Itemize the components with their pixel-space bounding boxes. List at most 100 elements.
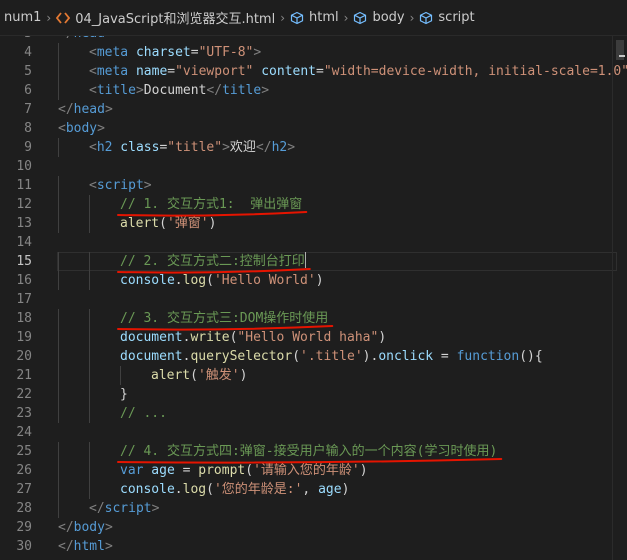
indent-guide <box>58 404 59 423</box>
code-line[interactable]: 9 <h2 class="title">欢迎</h2> <box>0 138 627 157</box>
code-token: "viewport" <box>175 64 254 79</box>
line-number: 10 <box>16 159 32 174</box>
breadcrumb-separator: › <box>409 10 415 25</box>
code-token: class <box>112 140 160 155</box>
code-line[interactable]: 27 console.log('您的年龄是:', age) <box>0 480 627 499</box>
code-token: body <box>65 121 98 136</box>
code-text: </head> <box>58 100 113 119</box>
code-token: < <box>89 45 97 60</box>
code-text: </html> <box>58 537 113 556</box>
code-line[interactable]: 8 <body> <box>0 119 627 138</box>
code-token: title <box>222 83 262 98</box>
code-token: > <box>143 178 152 193</box>
breadcrumb-separator: › <box>343 10 349 25</box>
code-token: . <box>174 482 183 497</box>
line-number: 4 <box>24 45 32 60</box>
code-token: < <box>89 83 97 98</box>
code-line[interactable]: 3 </head> <box>0 36 627 43</box>
line-number: 22 <box>16 387 32 402</box>
overview-ruler-mark <box>619 55 625 57</box>
code-text: </script> <box>89 499 159 518</box>
code-token: </ <box>206 83 223 98</box>
code-token: Document <box>143 83 207 98</box>
code-text: alert('触发') <box>151 366 247 385</box>
code-token: script <box>96 178 144 193</box>
code-token: , <box>302 482 319 497</box>
code-line[interactable]: 7 </head> <box>0 100 627 119</box>
scrollbar-thumb[interactable] <box>616 40 624 60</box>
code-line[interactable]: 24 <box>0 423 627 442</box>
code-line[interactable]: 23 // ... <box>0 404 627 423</box>
breadcrumb-item-4[interactable]: body <box>353 10 405 25</box>
code-token: '.title' <box>300 349 363 364</box>
code-token: > <box>97 121 105 136</box>
breadcrumb-label: script <box>438 10 475 25</box>
breadcrumb-separator: › <box>46 10 52 25</box>
code-token: > <box>222 140 230 155</box>
line-number: 17 <box>16 292 32 307</box>
breadcrumb-item-3[interactable]: html <box>290 10 339 25</box>
code-text: <h2 class="title">欢迎</h2> <box>89 138 295 157</box>
red-underline-annotation <box>117 458 503 464</box>
code-token: "UTF-8" <box>198 45 254 60</box>
code-token: name <box>128 64 168 79</box>
code-token: document <box>120 349 183 364</box>
code-line[interactable]: 11 <script> <box>0 176 627 195</box>
code-token: < <box>58 121 66 136</box>
code-token: head <box>73 102 105 117</box>
code-token: </ <box>255 140 272 155</box>
code-token: > <box>287 140 296 155</box>
code-token: (){ <box>519 349 543 364</box>
breadcrumb-item-1[interactable]: num1 <box>4 10 41 25</box>
indent-guide <box>58 480 59 499</box>
code-token: h2 <box>271 140 288 155</box>
code-token: '触发' <box>197 368 240 383</box>
indent-guide <box>89 385 90 404</box>
code-editor[interactable]: 3</head>4<meta charset="UTF-8">5<meta na… <box>0 36 627 560</box>
breadcrumb-item-5[interactable]: script <box>419 10 475 25</box>
code-token: </ <box>89 501 105 516</box>
indent-guide <box>58 62 59 81</box>
code-token: console <box>120 482 175 497</box>
code-line[interactable]: 21 alert('触发') <box>0 366 627 385</box>
code-line[interactable]: 10 <box>0 157 627 176</box>
code-token: "title" <box>167 140 223 155</box>
code-text: document.querySelector('.title').onclick… <box>120 347 543 366</box>
indent-guide <box>89 480 90 499</box>
code-line[interactable]: 6 <title>Document</title> <box>0 81 627 100</box>
code-line[interactable]: 22} <box>0 385 627 404</box>
code-line[interactable]: 28 </script> <box>0 499 627 518</box>
code-line[interactable]: 29 </body> <box>0 518 627 537</box>
code-token: > <box>104 102 113 117</box>
code-line[interactable]: 30 </html> <box>0 537 627 556</box>
indent-guide <box>58 43 59 62</box>
code-token: ) <box>239 368 248 383</box>
code-token: > <box>104 520 113 535</box>
code-token: ( <box>292 349 301 364</box>
indent-guide <box>58 138 59 157</box>
element-cube-icon <box>353 11 367 25</box>
indent-guide <box>58 499 59 518</box>
code-line[interactable]: 14 <box>0 233 627 252</box>
code-token: h2 <box>96 140 113 155</box>
line-number: 21 <box>16 368 32 383</box>
line-number: 23 <box>16 406 32 421</box>
html-file-icon <box>56 11 71 25</box>
vertical-scrollbar[interactable] <box>612 36 627 560</box>
code-token: content <box>253 64 317 79</box>
line-number: 27 <box>16 482 32 497</box>
code-token: } <box>120 387 128 402</box>
code-token: </ <box>58 520 74 535</box>
line-number: 28 <box>16 501 32 516</box>
line-number: 30 <box>16 539 32 554</box>
code-line[interactable]: 5 <meta name="viewport" content="width=de… <box>0 62 627 81</box>
code-line[interactable]: 4 <meta charset="UTF-8"> <box>0 43 627 62</box>
breadcrumb-item-2[interactable]: 04_JavaScript和浏览器交互.html <box>56 8 275 27</box>
code-token: > <box>253 45 262 60</box>
line-number: 29 <box>16 520 32 535</box>
code-line[interactable]: 20 document.querySelector('.title').oncli… <box>0 347 627 366</box>
code-line[interactable]: 17 <box>0 290 627 309</box>
code-token: body <box>73 520 105 535</box>
code-token: > <box>105 36 113 41</box>
code-token: </ <box>58 102 74 117</box>
